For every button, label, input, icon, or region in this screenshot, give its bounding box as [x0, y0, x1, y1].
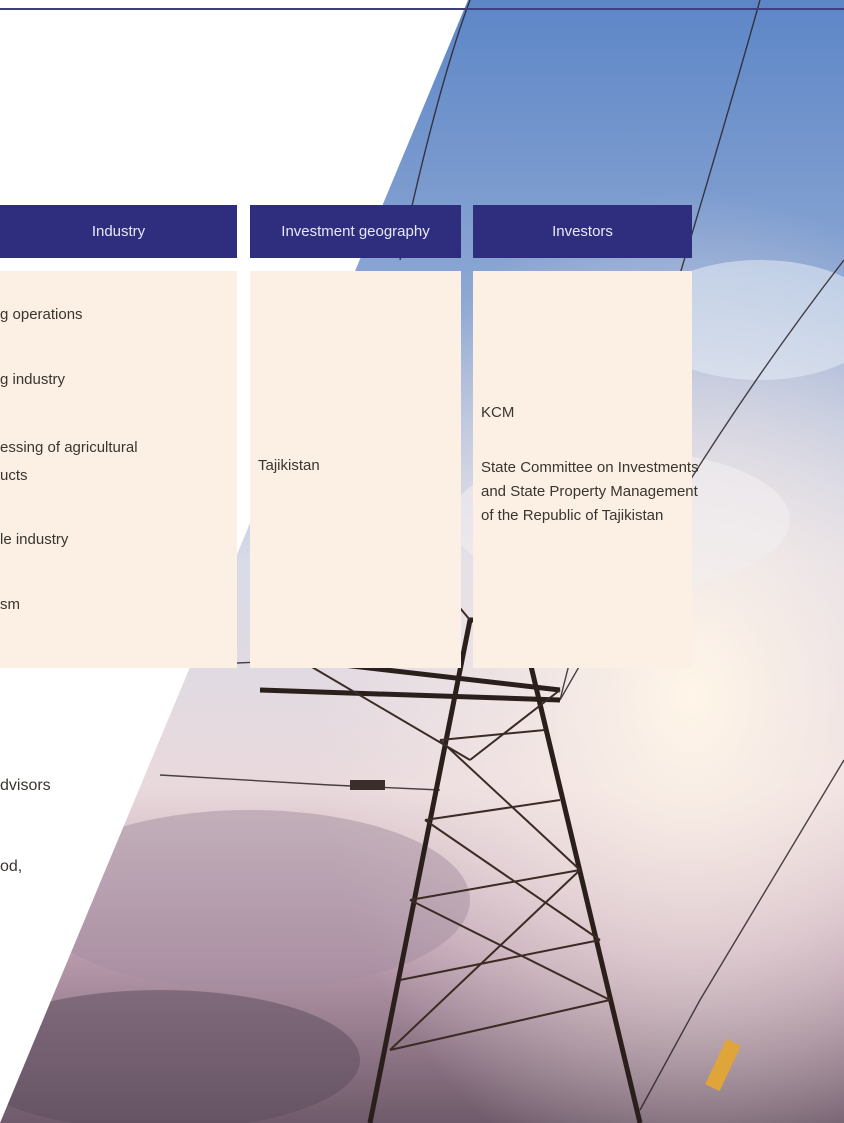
industry-item: ucts [0, 467, 28, 484]
top-rule [0, 8, 844, 10]
investors-column-body: KCM State Committee on Investments and S… [473, 271, 699, 668]
industry-item: sm [0, 596, 20, 613]
investors-header-label: Investors [552, 223, 613, 240]
investor-item: KCM [481, 404, 515, 421]
investors-column-header: Investors [473, 205, 692, 258]
od-text-fragment: od, [0, 858, 23, 875]
investor-item: State Committee on Investments and State… [481, 459, 699, 524]
industry-item: essing of agricultural [0, 439, 138, 456]
industry-header-label: Industry [91, 223, 146, 240]
industry-item: le industry [0, 531, 69, 548]
industry-item: g industry [0, 371, 66, 388]
geography-header-label: Investment geography [281, 223, 430, 240]
advisors-text-fragment: dvisors [0, 777, 51, 794]
geography-column-body: Tajikistan [250, 271, 461, 668]
industry-column-body: g operations g industry essing of agricu… [0, 271, 237, 668]
industry-item: g operations [0, 306, 83, 323]
geography-value: Tajikistan [258, 457, 320, 474]
industry-column-header: Industry [0, 205, 237, 258]
geography-column-header: Investment geography [250, 205, 461, 258]
